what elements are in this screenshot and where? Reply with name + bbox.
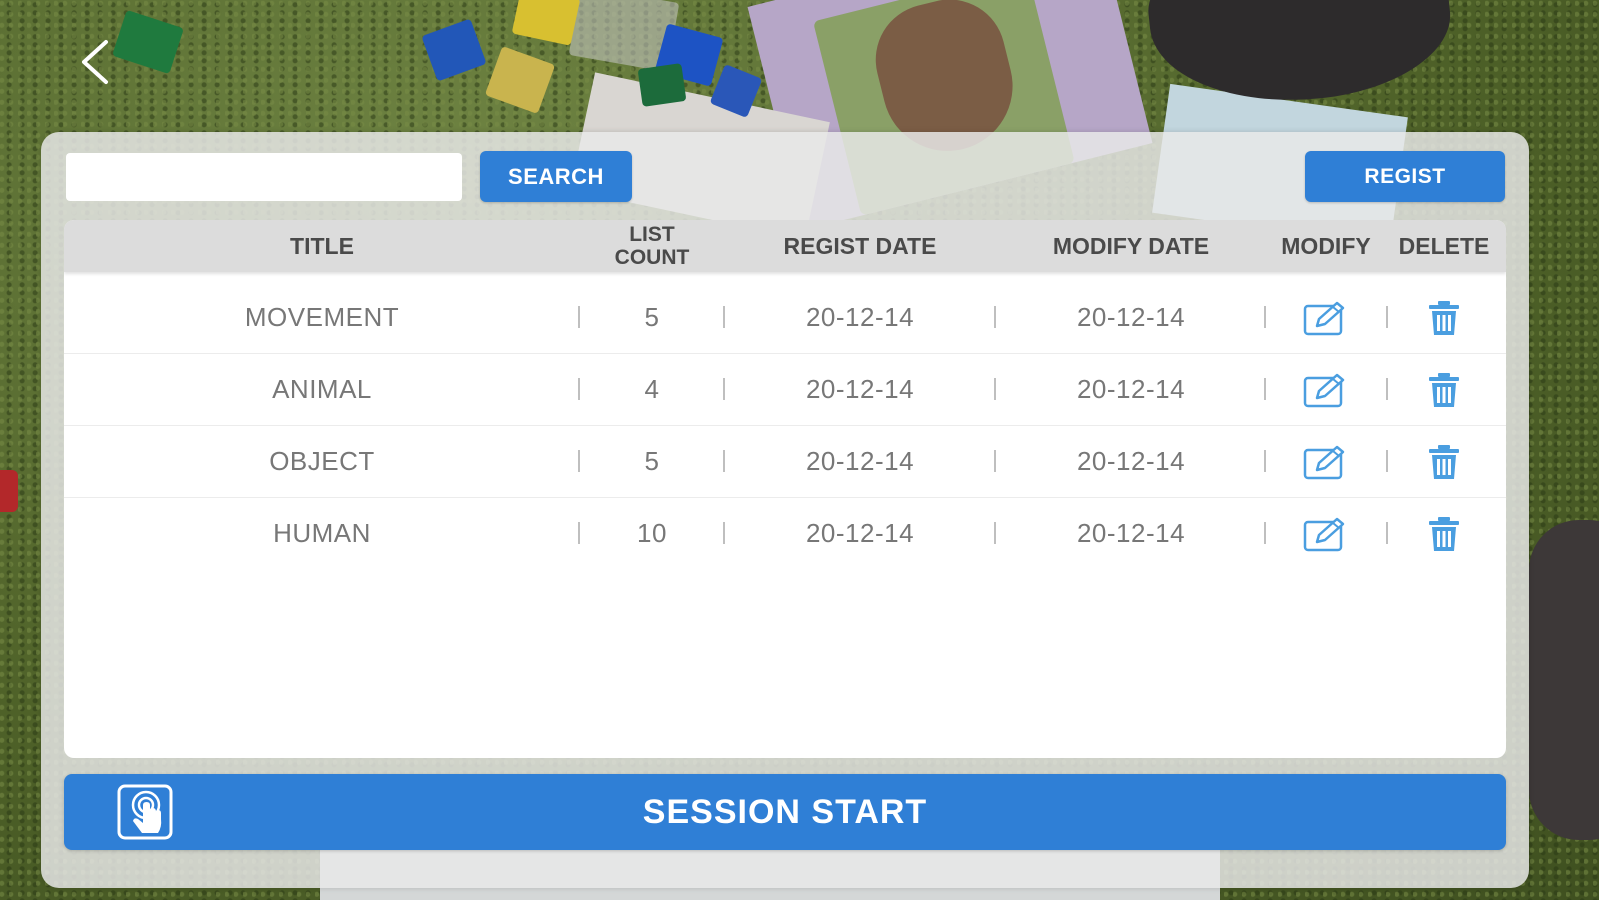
edit-icon: [1303, 373, 1345, 407]
search-button[interactable]: SEARCH: [480, 151, 632, 202]
trash-icon: [1429, 372, 1459, 407]
trash-icon: [1429, 444, 1459, 479]
table-body: MOVEMENT 5 20-12-14 20-12-14 ANIMAL 4 20…: [64, 272, 1506, 569]
background-block: [0, 470, 18, 512]
touch-icon: [117, 784, 173, 840]
modify-button[interactable]: [1266, 354, 1386, 425]
delete-button[interactable]: [1386, 354, 1502, 425]
edit-icon: [1303, 445, 1345, 479]
trash-icon: [1429, 300, 1459, 335]
table-row[interactable]: ANIMAL 4 20-12-14 20-12-14: [64, 354, 1506, 426]
column-header-regist-date: REGIST DATE: [783, 233, 937, 259]
trash-icon: [1429, 516, 1459, 551]
regist-button[interactable]: REGIST: [1305, 151, 1505, 202]
row-modify-date: 20-12-14: [1076, 518, 1186, 548]
delete-button[interactable]: [1386, 282, 1502, 353]
modify-button[interactable]: [1266, 498, 1386, 569]
row-list-count: 4: [644, 374, 660, 404]
delete-button[interactable]: [1386, 498, 1502, 569]
column-header-modify-date: MODIFY DATE: [1052, 233, 1210, 259]
delete-button[interactable]: [1386, 426, 1502, 497]
row-list-count: 5: [644, 446, 660, 476]
search-input[interactable]: [66, 153, 462, 201]
table-row[interactable]: OBJECT 5 20-12-14 20-12-14: [64, 426, 1506, 498]
row-regist-date: 20-12-14: [805, 518, 915, 548]
row-modify-date: 20-12-14: [1076, 446, 1186, 476]
row-title: ANIMAL: [272, 374, 372, 404]
chevron-left-icon: [82, 40, 108, 84]
row-regist-date: 20-12-14: [805, 446, 915, 476]
modify-button[interactable]: [1266, 426, 1386, 497]
session-list-table: TITLE LIST COUNT REGIST DATE MODIFY DATE…: [64, 220, 1506, 758]
edit-icon: [1303, 517, 1345, 551]
session-start-label: SESSION START: [642, 792, 928, 831]
row-title: OBJECT: [269, 446, 375, 476]
list-panel: SEARCH REGIST TITLE LIST COUNT REGIST DA…: [41, 132, 1529, 888]
background-object: [1529, 520, 1599, 840]
edit-icon: [1303, 301, 1345, 335]
session-start-button[interactable]: SESSION START: [64, 774, 1506, 850]
column-header-list-count: LIST COUNT: [614, 223, 690, 269]
row-title: MOVEMENT: [244, 302, 400, 332]
row-regist-date: 20-12-14: [805, 302, 915, 332]
column-header-delete: DELETE: [1398, 233, 1490, 259]
table-row[interactable]: MOVEMENT 5 20-12-14 20-12-14: [64, 282, 1506, 354]
column-header-title: TITLE: [290, 233, 354, 259]
row-modify-date: 20-12-14: [1076, 302, 1186, 332]
modify-button[interactable]: [1266, 282, 1386, 353]
row-regist-date: 20-12-14: [805, 374, 915, 404]
column-header-modify: MODIFY: [1281, 233, 1371, 259]
row-list-count: 5: [644, 302, 660, 332]
table-row[interactable]: HUMAN 10 20-12-14 20-12-14: [64, 498, 1506, 569]
background-block: [637, 63, 687, 107]
row-title: HUMAN: [273, 518, 371, 548]
back-button[interactable]: [70, 36, 122, 88]
row-list-count: 10: [637, 518, 667, 548]
table-header: TITLE LIST COUNT REGIST DATE MODIFY DATE…: [64, 220, 1506, 272]
row-modify-date: 20-12-14: [1076, 374, 1186, 404]
